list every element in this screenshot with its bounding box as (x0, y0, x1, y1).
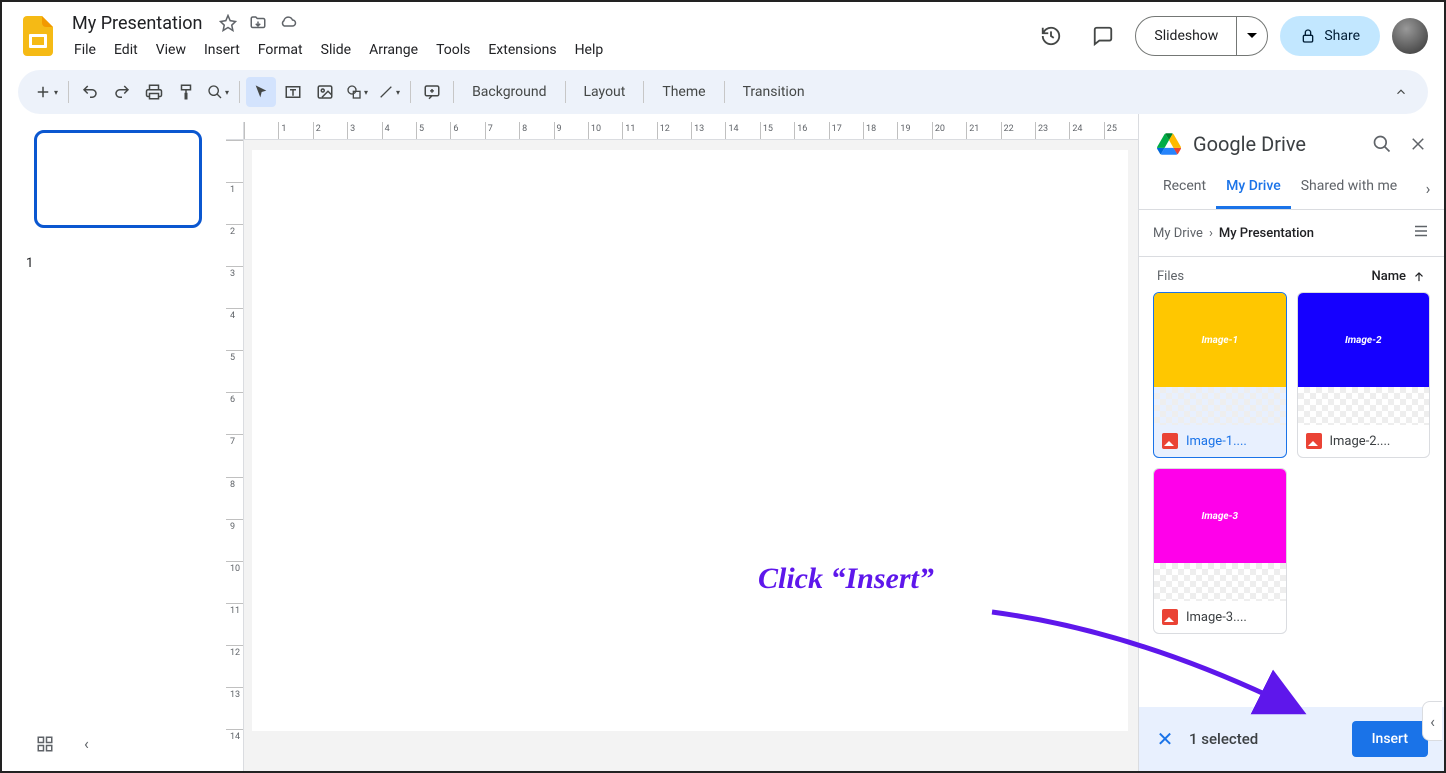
file-checker (1154, 563, 1286, 601)
zoom-button[interactable] (203, 77, 233, 107)
ruler-horizontal: 1234567891011121314151617181920212223242… (244, 122, 1138, 140)
slide-thumbnail[interactable] (34, 130, 202, 228)
star-icon[interactable] (218, 13, 238, 33)
textbox-button[interactable] (278, 77, 308, 107)
toolbar: Background Layout Theme Transition (18, 70, 1428, 114)
image-type-icon (1162, 433, 1178, 449)
comment-icon[interactable] (1083, 16, 1123, 56)
menu-format[interactable]: Format (250, 38, 311, 62)
shape-button[interactable] (342, 77, 372, 107)
breadcrumb-current: My Presentation (1219, 226, 1314, 241)
menu-file[interactable]: File (66, 38, 104, 62)
slide-number: 1 (26, 256, 33, 271)
paint-format-button[interactable] (171, 77, 201, 107)
comment-add-button[interactable] (417, 77, 447, 107)
sort-button[interactable]: Name (1371, 269, 1426, 284)
background-button[interactable]: Background (460, 77, 558, 107)
move-icon[interactable] (248, 13, 268, 33)
menu-edit[interactable]: Edit (106, 38, 146, 62)
menu-extensions[interactable]: Extensions (480, 38, 564, 62)
drive-tab-shared-with-me[interactable]: Shared with me (1291, 168, 1407, 209)
theme-button[interactable]: Theme (650, 77, 717, 107)
drive-search-icon[interactable] (1370, 132, 1394, 156)
image-type-icon (1306, 433, 1322, 449)
image-button[interactable] (310, 77, 340, 107)
slide-canvas[interactable] (252, 150, 1128, 731)
grid-view-icon[interactable] (36, 735, 56, 755)
drive-tab-recent[interactable]: Recent (1153, 168, 1216, 209)
history-icon[interactable] (1031, 16, 1071, 56)
share-label: Share (1324, 28, 1360, 44)
drive-close-icon[interactable] (1406, 132, 1430, 156)
undo-button[interactable] (75, 77, 105, 107)
drive-tabs: RecentMy DriveShared with me › (1139, 168, 1444, 210)
arrow-up-icon (1412, 270, 1426, 284)
print-button[interactable] (139, 77, 169, 107)
clear-selection-icon[interactable]: ✕ (1155, 727, 1175, 751)
ruler-vertical: 1234567891011121314 (226, 140, 244, 771)
toolbar-collapse-icon[interactable] (1386, 77, 1416, 107)
redo-button[interactable] (107, 77, 137, 107)
image-type-icon (1162, 609, 1178, 625)
filmstrip: 1 (2, 114, 226, 771)
menu-help[interactable]: Help (567, 38, 612, 62)
slideshow-button[interactable]: Slideshow (1136, 17, 1236, 55)
menu-insert[interactable]: Insert (196, 38, 248, 62)
drive-panel-title: Google Drive (1193, 132, 1358, 156)
list-view-icon[interactable] (1412, 222, 1430, 244)
new-slide-button[interactable] (30, 77, 62, 107)
account-avatar[interactable] (1392, 18, 1428, 54)
menu-slide[interactable]: Slide (313, 38, 359, 62)
share-button[interactable]: Share (1280, 16, 1380, 56)
file-card[interactable]: Image-2 Image-2.... (1297, 292, 1431, 458)
file-name: Image-1.... (1186, 434, 1247, 449)
drive-tab-my-drive[interactable]: My Drive (1216, 168, 1291, 209)
file-preview: Image-3 (1154, 469, 1286, 563)
cloud-icon[interactable] (278, 13, 298, 33)
side-panel-toggle[interactable]: ‹ (1422, 701, 1442, 741)
drive-panel: Google Drive RecentMy DriveShared with m… (1138, 114, 1444, 771)
breadcrumb-root[interactable]: My Drive (1153, 226, 1203, 241)
select-tool[interactable] (246, 77, 276, 107)
canvas-area: 1234567891011121314151617181920212223242… (226, 122, 1138, 771)
file-card[interactable]: Image-1 Image-1.... (1153, 292, 1287, 458)
file-preview: Image-1 (1154, 293, 1286, 387)
menu-arrange[interactable]: Arrange (361, 38, 426, 62)
insert-button[interactable]: Insert (1352, 721, 1428, 757)
file-checker (1154, 387, 1286, 425)
slideshow-dropdown[interactable] (1236, 17, 1267, 55)
doc-title[interactable]: My Presentation (66, 11, 208, 36)
menu-view[interactable]: View (148, 38, 194, 62)
chevron-right-icon: › (1209, 226, 1213, 241)
tabs-scroll-right[interactable]: › (1416, 176, 1440, 200)
slides-logo[interactable] (18, 16, 58, 56)
file-card[interactable]: Image-3 Image-3.... (1153, 468, 1287, 634)
line-button[interactable] (374, 77, 404, 107)
drive-logo-icon (1157, 133, 1181, 155)
file-checker (1298, 387, 1430, 425)
file-name: Image-2.... (1330, 434, 1391, 449)
files-heading: Files (1157, 269, 1184, 284)
layout-button[interactable]: Layout (572, 77, 638, 107)
menubar: FileEditViewInsertFormatSlideArrangeTool… (66, 38, 1031, 62)
filmstrip-collapse-icon[interactable]: ‹ (84, 734, 89, 753)
file-name: Image-3.... (1186, 610, 1247, 625)
menu-tools[interactable]: Tools (428, 38, 478, 62)
transition-button[interactable]: Transition (731, 77, 817, 107)
selection-count: 1 selected (1189, 730, 1338, 748)
file-preview: Image-2 (1298, 293, 1430, 387)
